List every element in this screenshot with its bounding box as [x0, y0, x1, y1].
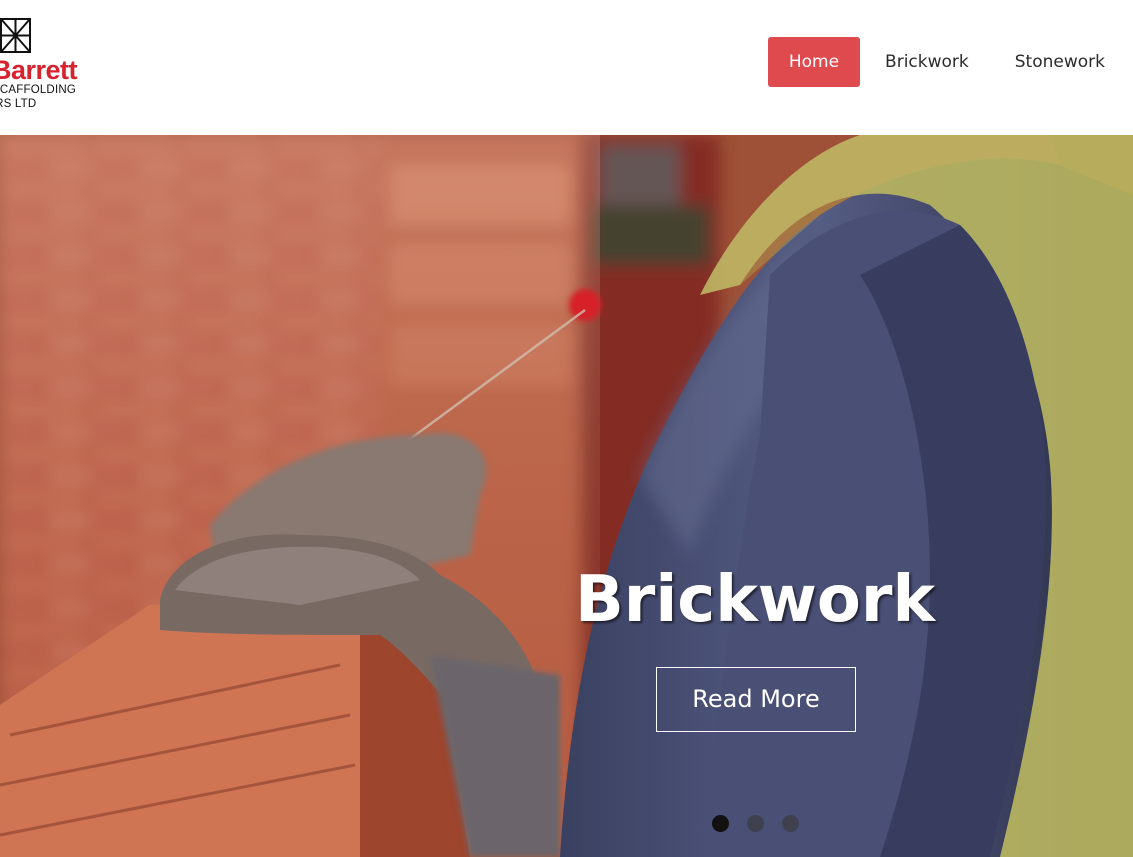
hero-slider: Brickwork Read More [0, 135, 1133, 857]
scaffold-grid-icon [0, 18, 31, 53]
hero-background-image [0, 135, 1133, 857]
hero-title: Brickwork [575, 563, 935, 637]
slider-dot-1[interactable] [712, 815, 729, 832]
nav-item-brickwork[interactable]: Brickwork [864, 37, 990, 87]
slider-dot-2[interactable] [747, 815, 764, 832]
logo-tagline-2: ORS LTD [0, 98, 37, 110]
site-header: Barrett SCAFFOLDING ORS LTD Home Brickwo… [0, 0, 1133, 135]
slider-dot-3[interactable] [782, 815, 799, 832]
read-more-button[interactable]: Read More [656, 667, 856, 732]
nav-item-stonework[interactable]: Stonework [994, 37, 1133, 87]
logo-name: Barrett [0, 55, 78, 85]
slider-pagination [712, 815, 799, 833]
nav-item-home[interactable]: Home [767, 37, 861, 87]
company-logo[interactable]: Barrett SCAFFOLDING ORS LTD [0, 18, 110, 118]
logo-tagline-1: SCAFFOLDING [0, 84, 76, 96]
main-nav: Home Brickwork Stonework [764, 37, 1133, 87]
